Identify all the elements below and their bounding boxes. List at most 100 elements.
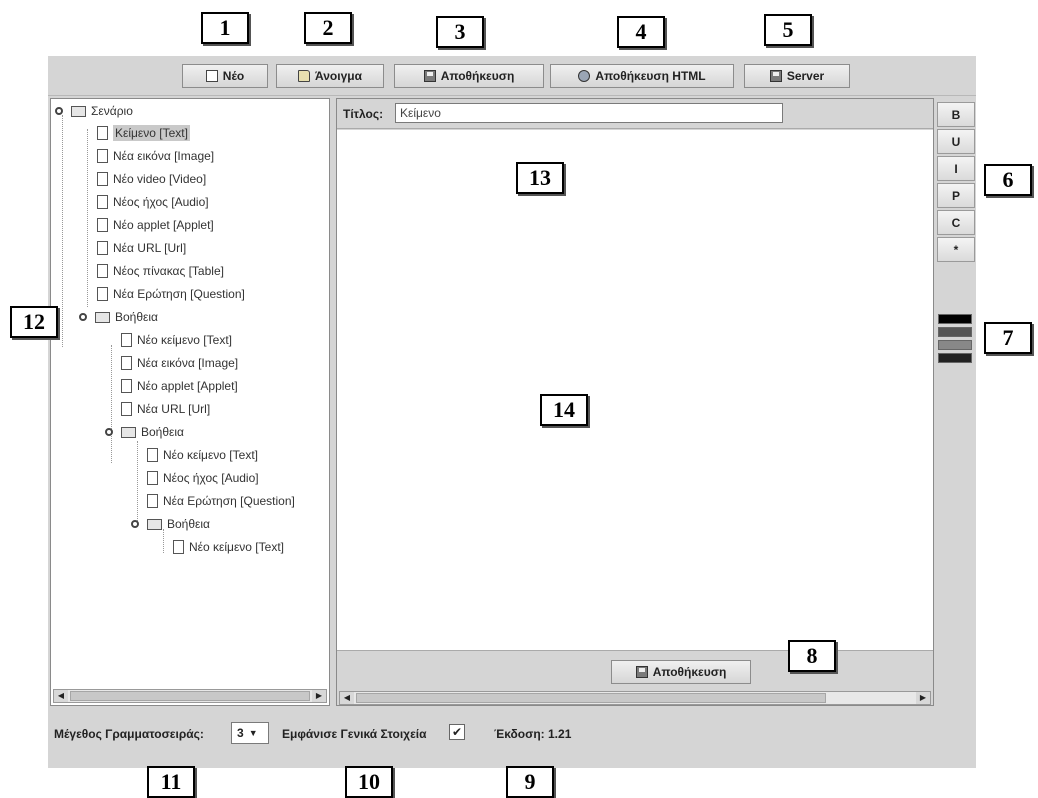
chevron-down-icon: ▼ — [248, 728, 258, 738]
tree-root-node[interactable]: Σενάριο — [55, 101, 133, 121]
tree-item-label: Νέο applet [Applet] — [113, 218, 214, 232]
save-button-label: Αποθήκευση — [652, 665, 727, 679]
open-button[interactable]: Άνοιγμα — [276, 64, 384, 88]
document-icon — [97, 218, 108, 232]
tree-node-label: Σενάριο — [91, 104, 133, 118]
document-icon — [97, 195, 108, 209]
document-icon — [121, 356, 132, 370]
font-size-label: Μέγεθος Γραμματοσειράς: — [54, 727, 204, 741]
tree-item[interactable]: Νέος πίνακας [Table] — [97, 261, 224, 281]
tree-expand-icon[interactable] — [131, 520, 139, 528]
tree-node-label: Βοήθεια — [115, 310, 158, 324]
tree-item[interactable]: Νέα Ερώτηση [Question] — [147, 491, 295, 511]
save-toolbar-button[interactable]: Αποθήκευση — [394, 64, 544, 88]
tree-item[interactable]: Νέα URL [Url] — [121, 399, 210, 419]
tree-item-label: Νέα Ερώτηση [Question] — [113, 287, 245, 301]
scroll-left-arrow-icon[interactable]: ◀ — [340, 692, 354, 704]
tree-item[interactable]: Νέο κείμενο [Text] — [173, 537, 284, 557]
document-icon — [173, 540, 184, 554]
tree-item-label: Νέο applet [Applet] — [137, 379, 238, 393]
document-icon — [121, 333, 132, 347]
document-icon — [97, 264, 108, 278]
show-general-checkbox[interactable]: ✔ — [449, 724, 465, 740]
document-icon — [147, 448, 158, 462]
version-label: Έκδοση: 1.21 — [494, 727, 572, 741]
font-size-select[interactable]: 3 ▼ — [231, 722, 269, 744]
callout-1: 1 — [201, 12, 249, 44]
tree-item[interactable]: Νέα URL [Url] — [97, 238, 186, 258]
italic-button[interactable]: I — [937, 156, 975, 181]
floppy-disk-icon — [423, 70, 436, 82]
callout-13: 13 — [516, 162, 564, 194]
tree-item[interactable]: Νέο applet [Applet] — [121, 376, 238, 396]
folder-icon — [71, 105, 86, 117]
open-button-label: Άνοιγμα — [315, 69, 362, 83]
center-button[interactable]: C — [937, 210, 975, 235]
color-swatch-gray[interactable] — [938, 340, 972, 350]
tree-horizontal-scrollbar[interactable]: ◀ ▶ — [53, 689, 327, 703]
scenario-tree[interactable]: Σενάριο Κείμενο [Text] Νέα εικόνα [Image… — [50, 98, 330, 706]
tree-expand-icon[interactable] — [79, 313, 87, 321]
document-icon — [147, 471, 158, 485]
tree-folder-help[interactable]: Βοήθεια — [105, 422, 184, 442]
bold-button[interactable]: B — [937, 102, 975, 127]
tree-item[interactable]: Νέο κείμενο [Text] — [121, 330, 232, 350]
callout-5: 5 — [764, 14, 812, 46]
tree-folder-help[interactable]: Βοήθεια — [79, 307, 158, 327]
document-icon — [121, 402, 132, 416]
title-input[interactable] — [395, 103, 783, 123]
content-text-area[interactable] — [337, 130, 933, 650]
tree-item-label: Νέο κείμενο [Text] — [137, 333, 232, 347]
color-swatch-black[interactable] — [938, 314, 972, 324]
tree-expand-icon[interactable] — [55, 107, 63, 115]
folder-icon — [95, 311, 110, 323]
underline-button[interactable]: U — [937, 129, 975, 154]
show-general-label: Εμφάνισε Γενικά Στοιχεία — [282, 727, 427, 741]
tree-folder-help[interactable]: Βοήθεια — [131, 514, 210, 534]
tree-item[interactable]: Νέα εικόνα [Image] — [121, 353, 238, 373]
callout-6: 6 — [984, 164, 1032, 196]
folder-icon — [147, 518, 162, 530]
tree-item[interactable]: Νέα εικόνα [Image] — [97, 146, 214, 166]
folder-icon — [121, 426, 136, 438]
tree-item-label: Νέο κείμενο [Text] — [163, 448, 258, 462]
scroll-right-arrow-icon[interactable]: ▶ — [916, 692, 930, 704]
tree-item[interactable]: Νέο video [Video] — [97, 169, 206, 189]
save-button[interactable]: Αποθήκευση — [611, 660, 751, 684]
scrollbar-thumb[interactable] — [70, 691, 310, 701]
callout-9: 9 — [506, 766, 554, 798]
tree-item-label: Νέα URL [Url] — [113, 241, 187, 255]
tree-item-label: Νέα εικόνα [Image] — [113, 149, 215, 163]
color-swatch-dark-gray[interactable] — [938, 327, 972, 337]
main-toolbar: Νέο Άνοιγμα Αποθήκευση Αποθήκευση HTML S… — [48, 56, 976, 96]
bullet-button[interactable]: * — [937, 237, 975, 262]
callout-3: 3 — [436, 16, 484, 48]
callout-12: 12 — [10, 306, 58, 338]
tree-item[interactable]: Κείμενο [Text] — [97, 123, 190, 143]
tree-node-label: Βοήθεια — [141, 425, 184, 439]
tree-item-label: Νέος ήχος [Audio] — [113, 195, 209, 209]
server-button[interactable]: Server — [744, 64, 850, 88]
scrollbar-thumb[interactable] — [356, 693, 826, 703]
title-bar: Τίτλος: — [337, 99, 933, 129]
tree-item[interactable]: Νέα Ερώτηση [Question] — [97, 284, 245, 304]
tree-item[interactable]: Νέο κείμενο [Text] — [147, 445, 258, 465]
callout-7: 7 — [984, 322, 1032, 354]
scroll-left-arrow-icon[interactable]: ◀ — [54, 690, 68, 702]
tree-item[interactable]: Νέο applet [Applet] — [97, 215, 214, 235]
editor-horizontal-scrollbar[interactable]: ◀ ▶ — [339, 691, 931, 705]
scroll-right-arrow-icon[interactable]: ▶ — [312, 690, 326, 702]
paragraph-button[interactable]: P — [937, 183, 975, 208]
color-swatch-charcoal[interactable] — [938, 353, 972, 363]
tree-item-label: Νέο κείμενο [Text] — [189, 540, 284, 554]
new-button[interactable]: Νέο — [182, 64, 268, 88]
tree-item[interactable]: Νέος ήχος [Audio] — [97, 192, 209, 212]
application-window: Νέο Άνοιγμα Αποθήκευση Αποθήκευση HTML S… — [48, 56, 976, 768]
save-html-label: Αποθήκευση HTML — [595, 69, 706, 83]
new-document-icon — [205, 70, 218, 82]
floppy-disk-icon — [769, 70, 782, 82]
save-html-button[interactable]: Αποθήκευση HTML — [550, 64, 734, 88]
tree-expand-icon[interactable] — [105, 428, 113, 436]
document-icon — [97, 287, 108, 301]
tree-item[interactable]: Νέος ήχος [Audio] — [147, 468, 259, 488]
